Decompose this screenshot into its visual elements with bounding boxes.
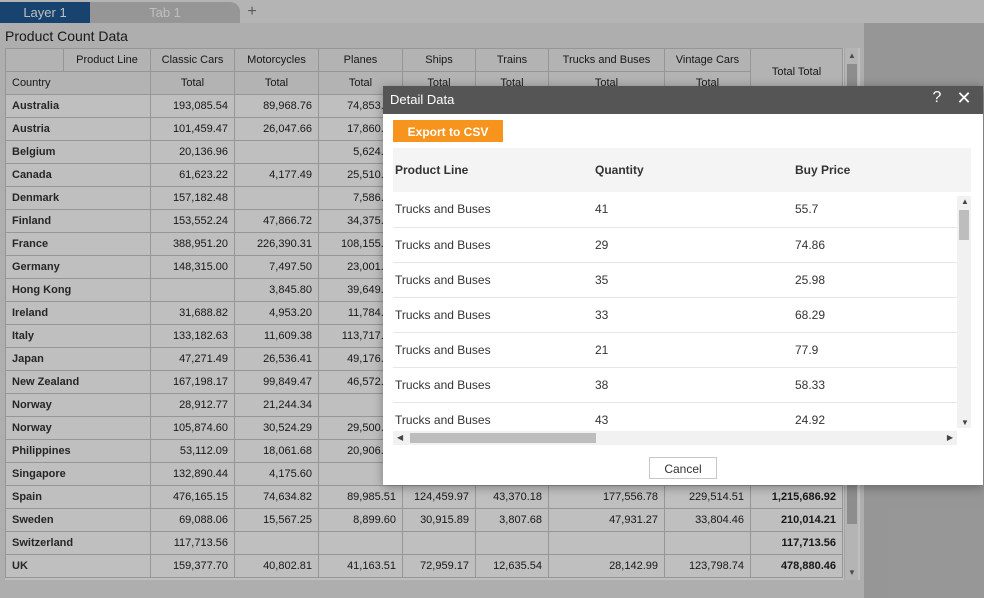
detail-cell: 77.9 [793, 332, 971, 368]
scroll-right-icon[interactable]: ▶ [947, 433, 953, 442]
detail-cell: Trucks and Buses [393, 227, 593, 263]
detail-cell: Trucks and Buses [393, 402, 593, 428]
scroll-left-icon[interactable]: ◀ [397, 433, 403, 442]
detail-cell: 58.33 [793, 367, 971, 403]
detail-horizontal-scrollbar[interactable]: ◀ ▶ [393, 431, 957, 445]
detail-cell: Trucks and Buses [393, 262, 593, 298]
detail-cell: 25.98 [793, 262, 971, 298]
dialog-header: Detail Data ? ✕ [383, 86, 983, 114]
detail-cell: 43 [593, 402, 793, 428]
detail-cell: 21 [593, 332, 793, 368]
detail-column-header: Product Line [393, 148, 593, 192]
table-row: Trucks and Buses 35 25.98 [393, 262, 971, 298]
table-row: Trucks and Buses 21 77.9 [393, 332, 971, 368]
scroll-thumb[interactable] [410, 433, 596, 443]
detail-cell: 74.86 [793, 227, 971, 263]
detail-cell: 29 [593, 227, 793, 263]
detail-cell: Trucks and Buses [393, 332, 593, 368]
dialog-title: Detail Data [390, 92, 455, 107]
detail-cell: Trucks and Buses [393, 192, 593, 228]
detail-cell: 24.92 [793, 402, 971, 428]
table-row: Trucks and Buses 43 24.92 [393, 402, 971, 428]
table-row: Trucks and Buses 38 58.33 [393, 367, 971, 403]
detail-table-wrap: Product Line Quantity Buy Price Trucks and… [393, 148, 971, 428]
export-csv-button[interactable]: Export to CSV [393, 120, 503, 142]
scroll-up-icon[interactable]: ▲ [961, 197, 969, 206]
scroll-down-icon[interactable]: ▼ [961, 418, 969, 427]
close-icon[interactable]: ✕ [956, 88, 972, 109]
detail-cell: 35 [593, 262, 793, 298]
help-icon[interactable]: ? [929, 89, 945, 107]
detail-column-header: Buy Price [793, 148, 971, 192]
detail-cell: Trucks and Buses [393, 297, 593, 333]
detail-column-header: Quantity [593, 148, 793, 192]
detail-cell: 41 [593, 192, 793, 228]
detail-vertical-scrollbar[interactable]: ▲ ▼ [957, 196, 971, 428]
detail-cell: 68.29 [793, 297, 971, 333]
detail-cell: 55.7 [793, 192, 971, 228]
table-row: Trucks and Buses 41 55.7 [393, 192, 971, 228]
detail-cell: 33 [593, 297, 793, 333]
detail-cell: 38 [593, 367, 793, 403]
cancel-button[interactable]: Cancel [649, 457, 717, 479]
table-row: Trucks and Buses 33 68.29 [393, 297, 971, 333]
detail-data-dialog: Detail Data ? ✕ Export to CSV Product Li… [383, 86, 983, 485]
table-row: Trucks and Buses 29 74.86 [393, 227, 971, 263]
detail-table: Product Line Quantity Buy Price Trucks and… [393, 148, 971, 428]
scroll-thumb[interactable] [959, 210, 969, 240]
detail-cell: Trucks and Buses [393, 367, 593, 403]
